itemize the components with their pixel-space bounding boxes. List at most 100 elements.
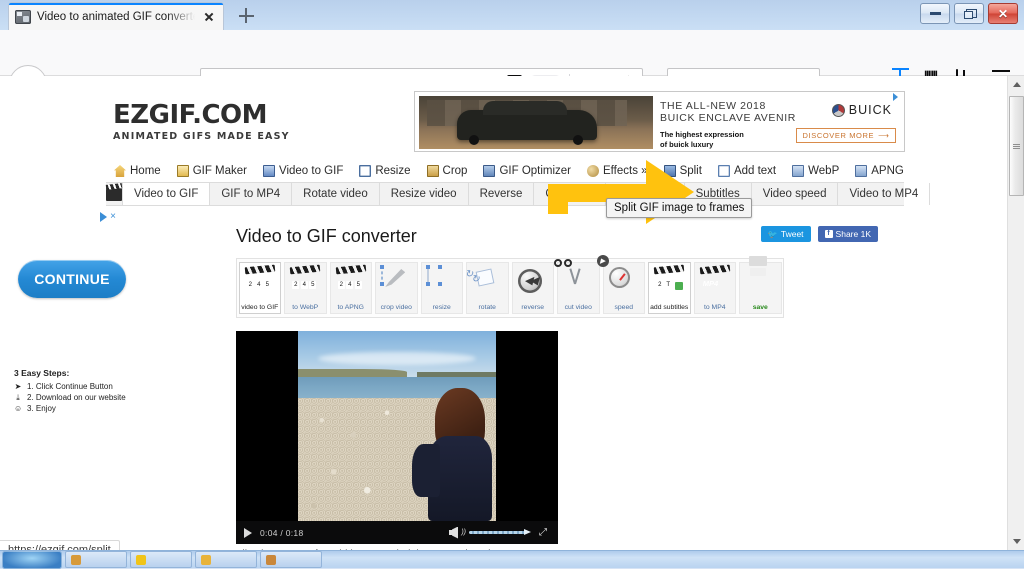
tool-button-reverse[interactable]: ◀◀reverse [512, 262, 555, 314]
ad-choices-row[interactable]: × [100, 212, 116, 222]
nav-item-add-text[interactable]: Add text [710, 162, 784, 180]
tool-button-add-subtitles[interactable]: 2T add subtitles [648, 262, 691, 314]
continue-button[interactable]: CONTINUE [18, 260, 126, 298]
start-button[interactable] [2, 551, 62, 569]
nav-item-resize[interactable]: Resize [351, 162, 418, 180]
nav-item-effects[interactable]: Effects » [579, 162, 656, 180]
clapperboard-icon: 245 [290, 267, 320, 291]
tool-button-cut-video[interactable]: cut video [557, 262, 600, 314]
adchoices-icon[interactable] [893, 93, 902, 101]
tool-button-resize[interactable]: resize [421, 262, 464, 314]
crop-icon [427, 165, 439, 177]
site-content: EZGIF.COM ANIMATED GIFS MADE EASY THE AL… [96, 76, 914, 550]
tweet-button[interactable]: 🐦 Tweet [761, 226, 811, 242]
close-icon[interactable] [201, 9, 217, 25]
chevron-up-icon [1013, 82, 1021, 87]
taskbar [0, 550, 1024, 568]
nav-item-apng[interactable]: APNG [847, 162, 912, 180]
fullscreen-icon[interactable]: ⤢ [539, 527, 550, 538]
tab-video-speed[interactable]: Video speed [752, 183, 839, 205]
tool-button-label: add subtitles [649, 304, 690, 312]
facebook-f-icon: f [825, 230, 833, 238]
taskbar-item[interactable] [130, 551, 192, 568]
nav-item-label: Effects » [603, 165, 648, 177]
minimize-button[interactable] [920, 3, 950, 24]
nav-item-label: Add text [734, 165, 776, 177]
tab-rotate-video[interactable]: Rotate video [292, 183, 380, 205]
volume-icon[interactable]: )) [449, 527, 461, 539]
browser-tab[interactable]: Video to animated GIF converte [8, 2, 224, 30]
new-tab-button[interactable] [228, 2, 264, 29]
taskbar-item[interactable] [260, 551, 322, 568]
subtitles-icon: 2T [654, 267, 684, 291]
taskbar-item[interactable] [195, 551, 257, 568]
easy-steps-block: 3 Easy Steps: ➤1. Click Continue Button … [14, 368, 126, 414]
play-button[interactable] [244, 528, 252, 538]
home-icon [114, 165, 126, 177]
taskbar-item[interactable] [65, 551, 127, 568]
tool-button-to-mp4[interactable]: MP4 to MP4 [694, 262, 737, 314]
tab-strip: Video to animated GIF converte ✕ [0, 0, 1024, 30]
car-graphic [457, 110, 597, 140]
tool-button-label: to APNG [331, 304, 372, 312]
nav-item-crop[interactable]: Crop [419, 162, 476, 180]
nav-item-gif-maker[interactable]: GIF Maker [169, 162, 255, 180]
tab-resize-video[interactable]: Resize video [380, 183, 469, 205]
tab-reverse[interactable]: Reverse [469, 183, 535, 205]
plus-icon [239, 8, 254, 23]
tool-button-video-to-gif[interactable]: 245video to GIF [239, 262, 282, 314]
chevron-down-icon [1013, 539, 1021, 544]
tab-gif-to-mp4[interactable]: GIF to MP4 [210, 183, 292, 205]
navigation-toolbar: ⟳ ⌂ i https://ezgif.com/video-to-gif/e 6… [0, 30, 1024, 76]
ad-cta-label: DISCOVER MORE [803, 131, 875, 140]
add-text-icon [718, 165, 730, 177]
banner-ad[interactable]: THE ALL-NEW 2018 BUICK ENCLAVE AVENIR Th… [414, 91, 905, 152]
nav-item-home[interactable]: Home [106, 162, 169, 180]
volume-slider[interactable] [469, 529, 531, 536]
tweet-label: Tweet [781, 229, 804, 239]
facebook-share-button[interactable]: f Share 1K [818, 226, 878, 242]
site-logo[interactable]: EZGIF.COM ANIMATED GIFS MADE EASY [113, 102, 290, 142]
tool-button-to-webp[interactable]: 245to WebP [284, 262, 327, 314]
tool-button-label: to MP4 [695, 304, 736, 312]
nav-item-video-to-gif[interactable]: Video to GIF [255, 162, 351, 180]
ad-cta-button[interactable]: DISCOVER MORE ⟶ [796, 128, 896, 143]
adchoices-icon[interactable] [100, 212, 107, 222]
clapperboard-icon [106, 183, 123, 205]
tool-button-speed[interactable]: ▶speed [603, 262, 646, 314]
tool-button-rotate[interactable]: ↻↻rotate [466, 262, 509, 314]
nav-item-label: Resize [375, 165, 410, 177]
vertical-scrollbar[interactable] [1007, 76, 1024, 550]
scroll-up-button[interactable] [1008, 76, 1024, 93]
tool-button-label: rotate [467, 304, 508, 312]
resize-icon [359, 165, 371, 177]
split-icon [664, 165, 676, 177]
tab-video-to-mp4[interactable]: Video to MP4 [838, 183, 930, 205]
nav-item-split[interactable]: Split [656, 162, 710, 180]
scrollbar-thumb[interactable] [1009, 96, 1024, 196]
tool-button-crop-video[interactable]: crop video [375, 262, 418, 314]
scroll-down-button[interactable] [1008, 533, 1024, 550]
nav-item-webp[interactable]: WebP [784, 162, 847, 180]
list-item: ☺3. Enjoy [14, 403, 126, 414]
close-icon: ✕ [998, 8, 1008, 20]
speedometer-icon: ▶ [609, 267, 639, 291]
cursor-icon: ➤ [14, 381, 22, 392]
maximize-icon [964, 9, 975, 18]
tab-video-to-gif[interactable]: Video to GIF [123, 183, 210, 205]
tool-button-label: video to GIF [240, 304, 281, 312]
tab-cut-video[interactable]: Cut video [534, 183, 606, 205]
ad-subline-1: The highest expression [660, 130, 796, 140]
maximize-button[interactable] [954, 3, 984, 24]
left-sidebar-ad: × CONTINUE 3 Easy Steps: ➤1. Click Conti… [0, 212, 140, 412]
mp4-icon: MP4 [700, 267, 730, 291]
buick-emblem-icon [832, 104, 845, 117]
nav-item-gif-optimizer[interactable]: GIF Optimizer [475, 162, 579, 180]
scissors-icon [563, 267, 593, 291]
close-icon[interactable]: × [110, 212, 116, 222]
close-button[interactable]: ✕ [988, 3, 1018, 24]
tool-button-to-apng[interactable]: 245to APNG [330, 262, 373, 314]
video-player[interactable]: 0:04 / 0:18 )) ⤢ [236, 331, 558, 544]
tool-icon-bar: 245video to GIF245to WebP245to APNGcrop … [236, 258, 784, 318]
tool-button-save[interactable]: save [739, 262, 782, 314]
